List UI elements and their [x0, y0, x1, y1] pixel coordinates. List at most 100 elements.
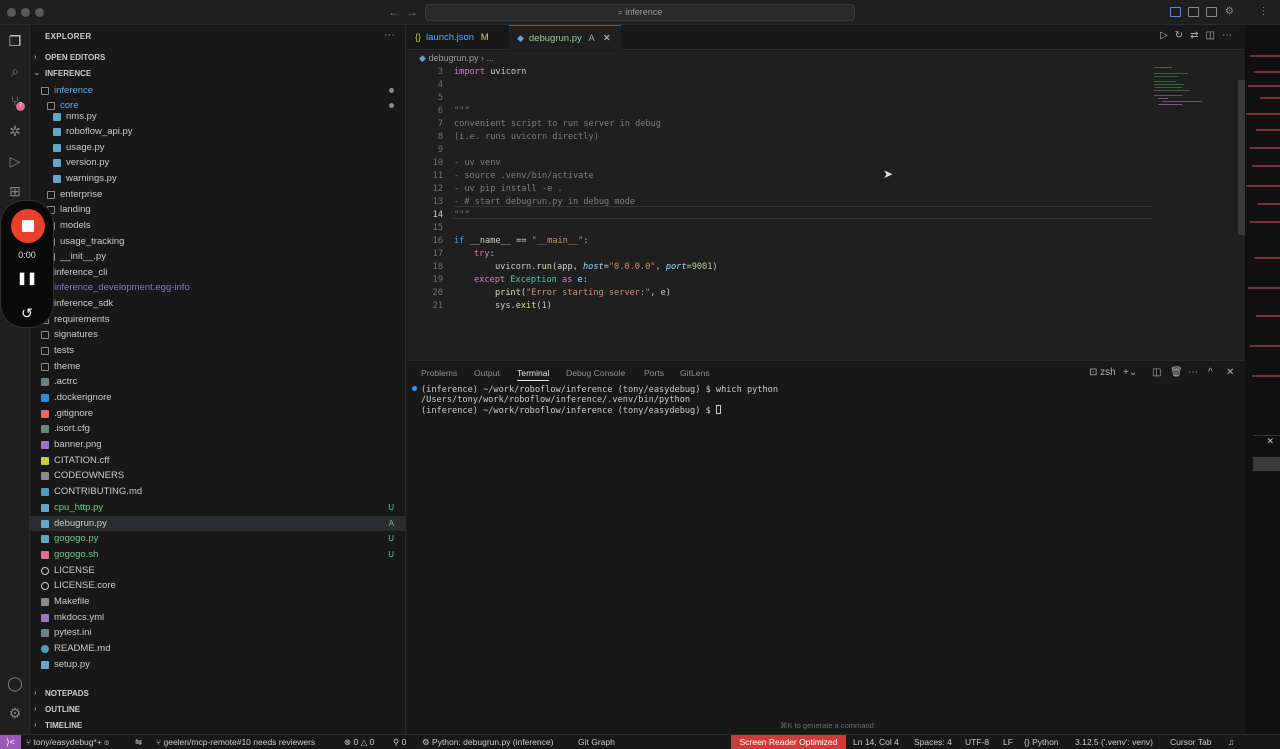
- tree-item[interactable]: tests: [30, 343, 406, 358]
- tree-item[interactable]: roboflow_api.py: [30, 124, 406, 139]
- run-python-icon[interactable]: ▷: [1160, 30, 1175, 41]
- git-compare-icon[interactable]: ⇋: [135, 735, 142, 749]
- source-control-icon[interactable]: ⑂ 7: [0, 89, 30, 113]
- encoding[interactable]: UTF-8: [965, 735, 989, 749]
- new-terminal-icon[interactable]: +⌄: [1123, 367, 1137, 378]
- problems-indicator[interactable]: ⊗ 0 △ 0: [344, 735, 374, 749]
- back-arrow-icon[interactable]: ←: [388, 5, 400, 19]
- tree-item[interactable]: .isort.cfg: [30, 421, 406, 436]
- tree-item[interactable]: requirements: [30, 312, 406, 327]
- maximize-panel-icon[interactable]: ^: [1208, 367, 1213, 378]
- pause-icon[interactable]: ❚❚: [1, 271, 53, 285]
- tree-item[interactable]: .actrc: [30, 374, 406, 389]
- outline-section[interactable]: › OUTLINE: [30, 703, 406, 717]
- tab-debug-console[interactable]: Debug Console: [566, 368, 625, 378]
- tab-debugrun-py[interactable]: ◆ debugrun.py A ✕: [509, 25, 621, 50]
- forward-arrow-icon[interactable]: →: [406, 5, 418, 19]
- tree-item[interactable]: cpu_http.py U: [30, 500, 406, 515]
- tree-item[interactable]: .gitignore: [30, 406, 406, 421]
- search-icon[interactable]: ⌕: [0, 59, 30, 83]
- toggle-panel-icon[interactable]: [1188, 7, 1199, 17]
- tree-item[interactable]: banner.png: [30, 437, 406, 452]
- command-center-search[interactable]: ⌕ inference: [425, 4, 855, 21]
- python-interpreter[interactable]: 3.12.5 ('.venv': venv): [1075, 735, 1153, 749]
- close-tab-icon[interactable]: ✕: [603, 33, 611, 44]
- minimap[interactable]: [1152, 65, 1237, 360]
- tab-problems[interactable]: Problems: [421, 368, 457, 378]
- editor-scrollbar[interactable]: [1238, 80, 1245, 235]
- tree-item[interactable]: __init__.py: [30, 249, 406, 264]
- code-editor[interactable]: 3 4 5 6 7 8 9 10 11 12 13 14 15 16 17 18 19 20 21 import u…: [407, 65, 1245, 360]
- ports-indicator[interactable]: ⚲ 0: [393, 735, 406, 749]
- tree-item[interactable]: README.md: [30, 641, 406, 656]
- more-actions-icon[interactable]: ⋯: [1222, 30, 1239, 41]
- close-panel-icon[interactable]: ✕: [1226, 367, 1234, 378]
- tree-item[interactable]: usage.py: [30, 140, 406, 155]
- tree-item[interactable]: CITATION.cff: [30, 453, 406, 468]
- tree-item[interactable]: usage_tracking: [30, 234, 406, 249]
- tree-item[interactable]: landing: [30, 202, 406, 217]
- tree-item[interactable]: inference: [30, 83, 406, 98]
- cursor-tab-indicator[interactable]: Cursor Tab: [1170, 735, 1211, 749]
- tree-item[interactable]: gogogo.py U: [30, 531, 406, 546]
- close-window-button[interactable]: [7, 8, 16, 17]
- notepads-section[interactable]: › NOTEPADS: [30, 687, 406, 701]
- branch-indicator[interactable]: ⑂ tony/easydebug*+ ⊚: [26, 735, 109, 749]
- tree-item[interactable]: pytest.ini: [30, 625, 406, 640]
- split-editor-icon[interactable]: ◫: [1206, 30, 1222, 41]
- run-and-debug-icon[interactable]: ▷: [0, 149, 30, 173]
- customize-layout-icon[interactable]: ⚙: [1224, 6, 1235, 17]
- close-icon[interactable]: ✕: [1253, 435, 1280, 457]
- tree-item[interactable]: LICENSE.core: [30, 578, 406, 593]
- tree-item[interactable]: version.py: [30, 155, 406, 170]
- tree-item[interactable]: signatures: [30, 327, 406, 342]
- manage-gear-icon[interactable]: ⚙: [0, 701, 30, 725]
- more-actions-icon[interactable]: ⋯: [1188, 367, 1198, 378]
- line-endings[interactable]: LF: [1003, 735, 1013, 749]
- tab-terminal[interactable]: Terminal: [517, 368, 550, 381]
- cursor-position[interactable]: Ln 14, Col 4: [853, 735, 899, 749]
- tree-item[interactable]: setup.py: [30, 657, 406, 672]
- toggle-primary-sidebar-icon[interactable]: [1170, 7, 1181, 17]
- tree-item[interactable]: inference_development.egg-info: [30, 280, 406, 295]
- tree-item[interactable]: warnings.py: [30, 171, 406, 186]
- tree-item[interactable]: theme: [30, 359, 406, 374]
- history-icon[interactable]: ↻: [1175, 30, 1190, 41]
- tree-item[interactable]: Makefile: [30, 594, 406, 609]
- explorer-icon[interactable]: ❐: [0, 29, 30, 53]
- project-section[interactable]: ⌄ INFERENCE: [30, 67, 406, 81]
- timeline-section[interactable]: › TIMELINE: [30, 719, 406, 733]
- open-editors-section[interactable]: › OPEN EDITORS: [30, 51, 406, 65]
- indentation[interactable]: Spaces: 4: [914, 735, 952, 749]
- tree-item[interactable]: debugrun.py A: [30, 516, 406, 531]
- tree-item[interactable]: mkdocs.yml: [30, 610, 406, 625]
- tab-output[interactable]: Output: [474, 368, 500, 378]
- screen-reader-optimized-badge[interactable]: Screen Reader Optimized: [731, 735, 846, 749]
- toggle-secondary-sidebar-icon[interactable]: [1206, 7, 1217, 17]
- debug-config-indicator[interactable]: ⚙ Python: debugrun.py (inference): [422, 735, 553, 749]
- terminal-shell-selector[interactable]: ⊡ zsh: [1089, 367, 1116, 378]
- tree-item[interactable]: enterprise: [30, 187, 406, 202]
- tree-item[interactable]: inference_sdk: [30, 296, 406, 311]
- tab-launch-json[interactable]: {} launch.json M: [407, 25, 507, 50]
- tab-ports[interactable]: Ports: [644, 368, 664, 378]
- tree-item[interactable]: inference_cli: [30, 265, 406, 280]
- account-icon[interactable]: ◯: [0, 671, 30, 695]
- terminal-prompt[interactable]: (inference) ~/work/roboflow/inference (t…: [421, 405, 721, 416]
- split-terminal-icon[interactable]: ◫: [1152, 367, 1161, 378]
- debug-icon[interactable]: ✲: [0, 119, 30, 143]
- tree-item[interactable]: CODEOWNERS: [30, 468, 406, 483]
- more-actions-icon[interactable]: ⋮: [1258, 6, 1269, 17]
- tree-item[interactable]: gogogo.sh U: [30, 547, 406, 562]
- git-graph-button[interactable]: Git Graph: [578, 735, 615, 749]
- explorer-more-icon[interactable]: ···: [384, 29, 395, 41]
- tab-gitlens[interactable]: GitLens: [680, 368, 710, 378]
- breadcrumb-file[interactable]: debugrun.py: [428, 53, 478, 63]
- tree-item[interactable]: LICENSE: [30, 563, 406, 578]
- bell-icon[interactable]: ♫: [1228, 735, 1234, 749]
- zoom-window-button[interactable]: [35, 8, 44, 17]
- breadcrumb-more[interactable]: ...: [486, 53, 494, 63]
- language-mode[interactable]: {} Python: [1024, 735, 1059, 749]
- restart-icon[interactable]: ↺: [1, 305, 53, 322]
- kill-terminal-icon[interactable]: 🗑: [1170, 367, 1183, 378]
